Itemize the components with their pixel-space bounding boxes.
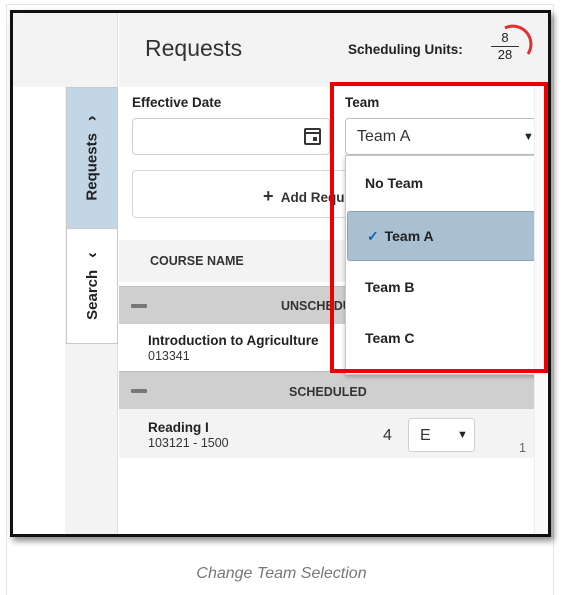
group-label: SCHEDULED — [289, 385, 367, 399]
tab-requests[interactable]: Requests › — [66, 87, 118, 229]
course-quantity: 4 — [383, 427, 392, 444]
period-value: E — [420, 427, 431, 444]
scheduling-units-label: Scheduling Units: — [348, 42, 463, 57]
scheduling-units-fraction: 8 28 — [491, 30, 519, 63]
page-title: Requests — [145, 35, 243, 61]
effective-date-label: Effective Date — [132, 95, 222, 110]
effective-date-input[interactable] — [132, 118, 330, 155]
highlight-box — [330, 82, 548, 373]
period-select[interactable]: E ▼ — [408, 418, 475, 452]
left-gutter — [13, 87, 65, 534]
top-left-strip — [13, 13, 118, 87]
page-header: Requests Scheduling Units: 8 28 — [119, 13, 548, 87]
chevron-right-icon: › — [82, 115, 102, 122]
course-code: 103121 - 1500 — [148, 436, 229, 450]
units-total: 28 — [497, 47, 513, 62]
tab-search-label: Search — [83, 269, 101, 320]
caret-down-icon: ▼ — [457, 429, 468, 441]
course-name: Introduction to Agriculture — [148, 333, 319, 348]
tab-requests-label: Requests — [83, 133, 101, 201]
list-item[interactable]: Introduction to Agriculture 013341 — [148, 333, 318, 363]
collapse-icon[interactable] — [131, 304, 147, 308]
tab-search[interactable]: Search ‹ — [66, 229, 118, 344]
group-scheduled[interactable]: SCHEDULED — [119, 371, 534, 409]
figure-caption: Change Team Selection — [196, 565, 367, 582]
units-used: 8 — [491, 30, 519, 47]
column-header-label: COURSE NAME — [150, 254, 244, 268]
course-code: 013341 — [148, 349, 190, 363]
chevron-left-icon: ‹ — [82, 252, 101, 258]
plus-icon: + — [263, 186, 274, 206]
collapse-icon[interactable] — [131, 389, 147, 393]
calendar-icon[interactable] — [304, 128, 321, 145]
course-name: Reading I — [148, 420, 209, 435]
row-index: 1 — [519, 441, 526, 455]
list-item[interactable]: Reading I 103121 - 1500 — [148, 420, 229, 450]
